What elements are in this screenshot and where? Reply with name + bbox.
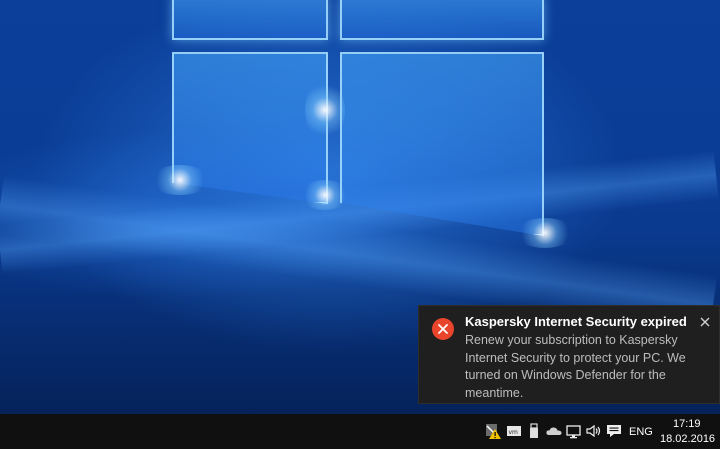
action-center-icon[interactable] — [605, 422, 623, 440]
clock-time[interactable]: 17:19 — [673, 418, 701, 430]
language-indicator[interactable]: ENG — [629, 426, 653, 438]
usb-drive-icon[interactable] — [525, 422, 543, 440]
kaspersky-warning-icon[interactable] — [484, 422, 502, 440]
window-pane-top-left — [172, 0, 328, 40]
network-icon[interactable] — [565, 422, 583, 440]
volume-icon[interactable] — [585, 422, 603, 440]
light-glow — [300, 180, 350, 210]
notification-title: Kaspersky Internet Security expired — [465, 314, 687, 329]
clock-date[interactable]: 18.02.2016 — [660, 433, 715, 445]
light-glow — [150, 165, 210, 195]
light-glow — [305, 80, 345, 140]
light-glow — [515, 218, 575, 248]
onedrive-cloud-icon[interactable] — [545, 422, 563, 440]
window-pane-top-right — [340, 0, 544, 40]
taskbar: vm ENG 17:19 18.02.2016 — [0, 414, 720, 449]
close-icon[interactable] — [697, 314, 713, 330]
notification-message: Renew your subscription to Kaspersky Int… — [465, 333, 686, 400]
error-icon — [432, 318, 454, 340]
notification-toast[interactable]: Kaspersky Internet Security expired Rene… — [418, 305, 720, 404]
svg-text:vm: vm — [509, 429, 519, 436]
vmware-icon[interactable]: vm — [505, 422, 523, 440]
